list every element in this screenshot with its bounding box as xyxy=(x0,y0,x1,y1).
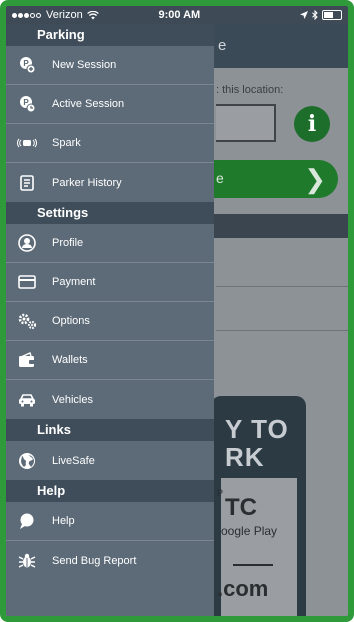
bug-icon xyxy=(17,551,37,571)
menu-item-help[interactable]: Help xyxy=(6,502,214,541)
menu-item-label: LiveSafe xyxy=(52,454,95,467)
poster-divider xyxy=(233,564,273,566)
location-arrow-icon xyxy=(299,11,308,19)
menu-item-wallets[interactable]: Wallets xyxy=(6,341,214,380)
section-header-links: Links xyxy=(6,419,214,441)
menu-item-send-bug-report[interactable]: Send Bug Report xyxy=(6,541,214,580)
section-header-help: Help xyxy=(6,480,214,502)
menu-item-label: Wallets xyxy=(52,354,88,366)
poster-text: Y TO xyxy=(225,414,289,444)
menu-item-label: Help xyxy=(52,515,75,527)
new-session-icon: P xyxy=(17,55,37,75)
poster-text: P xyxy=(217,488,224,498)
menu-item-livesafe[interactable]: LiveSafe xyxy=(6,441,214,480)
menu-item-parker-history[interactable]: Parker History xyxy=(6,163,214,202)
background-header-title: e xyxy=(218,37,227,54)
menu-item-label: Vehicles xyxy=(52,393,93,406)
options-gears-icon xyxy=(17,311,37,331)
menu-item-label: Spark xyxy=(52,137,81,149)
history-icon xyxy=(17,173,37,193)
divider xyxy=(216,286,348,287)
poster-text: oogle Play xyxy=(221,524,278,538)
battery-icon xyxy=(321,10,342,20)
phone-frame: Verizon 9:00 AM e : this location: i e ❯ xyxy=(0,0,354,622)
menu-item-label: Parker History xyxy=(52,176,122,189)
menu-item-label: Active Session xyxy=(52,98,125,110)
car-icon xyxy=(17,390,37,410)
info-icon[interactable]: i xyxy=(294,106,330,142)
location-prompt: : this location: xyxy=(216,84,284,96)
menu-item-label: Options xyxy=(52,315,90,327)
menu-item-options[interactable]: Options xyxy=(6,302,214,341)
menu-item-active-session[interactable]: P Active Session xyxy=(6,85,214,124)
carrier-label: Verizon xyxy=(46,9,83,21)
menu-item-vehicles[interactable]: Vehicles xyxy=(6,380,214,419)
section-header-settings: Settings xyxy=(6,202,214,224)
globe-icon xyxy=(17,451,37,471)
menu-item-label: Payment xyxy=(52,276,96,288)
promo-poster: Y TO RK P TC oogle Play .com xyxy=(211,396,306,616)
menu-item-label: New Session xyxy=(52,59,117,71)
status-bar: Verizon 9:00 AM xyxy=(6,6,348,24)
poster-text: RK xyxy=(225,442,265,472)
clock: 9:00 AM xyxy=(158,9,201,21)
menu-item-spark[interactable]: Spark xyxy=(6,124,214,163)
signal-dots-icon xyxy=(12,9,42,21)
section-header-parking: Parking xyxy=(6,24,214,46)
menu-item-label: Send Bug Report xyxy=(52,554,137,567)
go-button-label: e xyxy=(216,170,224,186)
wifi-icon xyxy=(86,10,99,20)
wallet-icon xyxy=(17,350,37,370)
menu-item-label: Profile xyxy=(52,237,84,249)
menu-item-profile[interactable]: Profile xyxy=(6,224,214,263)
spark-icon xyxy=(17,133,37,153)
help-icon xyxy=(17,511,37,531)
menu-item-payment[interactable]: Payment xyxy=(6,263,214,302)
go-button[interactable]: e ❯ xyxy=(206,160,338,198)
bluetooth-icon xyxy=(312,10,318,20)
poster-text: .com xyxy=(217,576,269,601)
divider xyxy=(216,330,348,331)
poster-text: TC xyxy=(225,494,257,521)
navigation-drawer: Parking P New Session P Active Session S… xyxy=(6,24,214,616)
chevron-right-icon: ❯ xyxy=(304,164,326,194)
location-input[interactable] xyxy=(216,104,276,142)
menu-item-new-session[interactable]: P New Session xyxy=(6,46,214,85)
profile-icon xyxy=(17,233,37,253)
active-session-icon: P xyxy=(17,94,37,114)
payment-icon xyxy=(17,272,37,292)
